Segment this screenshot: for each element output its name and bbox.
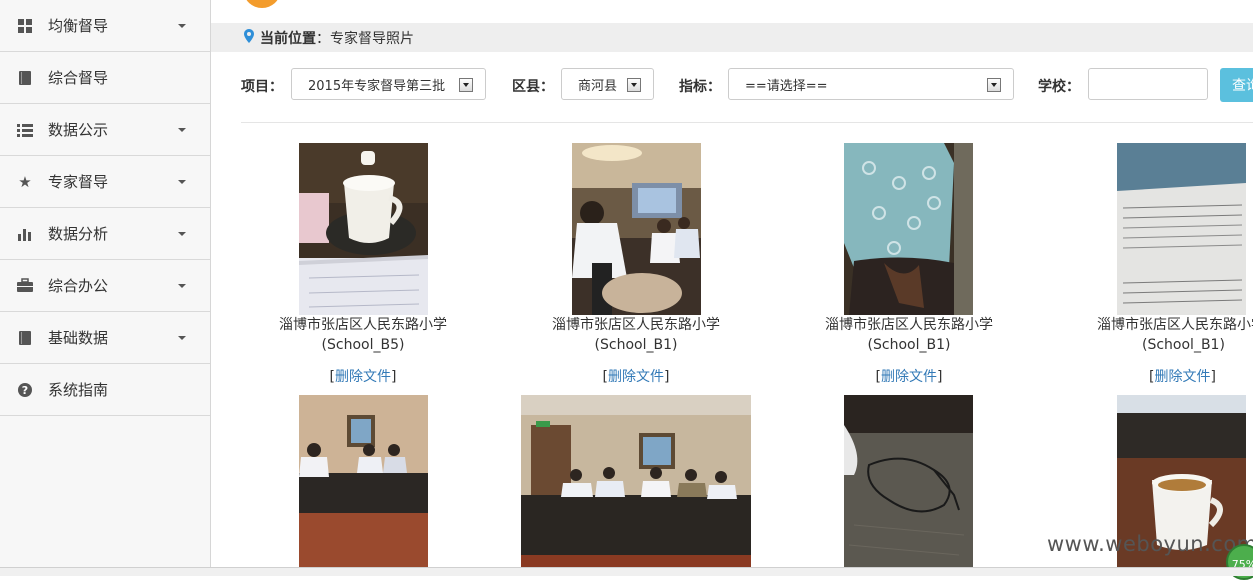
sidebar-item-office[interactable]: 综合办公 — [0, 260, 210, 312]
delete-file-link[interactable]: 删除文件 — [881, 369, 937, 385]
delete-file-link[interactable]: 删除文件 — [608, 369, 664, 385]
chevron-down-icon — [178, 180, 186, 184]
school-name: 淄博市张店区人民东路小学 — [552, 317, 720, 333]
divider — [241, 122, 1253, 123]
chevron-down-icon — [178, 232, 186, 236]
briefcase-icon — [16, 277, 34, 295]
sidebar-item-label: 基础数据 — [48, 329, 109, 347]
bracket-close: ] — [937, 369, 943, 385]
chevron-down-icon — [178, 24, 186, 28]
photo-thumbnail[interactable] — [572, 143, 701, 315]
sidebar-item-expert-supervision[interactable]: ★ 专家督导 — [0, 156, 210, 208]
photo-caption: 淄博市张店区人民东路小学 (School_B1) — [516, 315, 756, 355]
school-name: 淄博市张店区人民东路小学 — [279, 317, 447, 333]
photo-thumbnail[interactable] — [1117, 143, 1246, 315]
dropdown-arrow-icon — [459, 78, 473, 92]
bracket-close: ] — [391, 369, 397, 385]
sidebar-item-balanced-supervision[interactable]: 均衡督导 — [0, 0, 210, 52]
project-select[interactable]: 2015年专家督导第三批 — [291, 68, 486, 100]
sidebar-item-comprehensive-supervision[interactable]: 综合督导 — [0, 52, 210, 104]
district-select[interactable]: 商河县 — [561, 68, 654, 100]
photo-caption: 淄博市张店区人民东路小学 (School_B5) — [243, 315, 483, 355]
photo-caption: 淄博市张店区人民东路小学 (School_B1) — [789, 315, 1029, 355]
watermark-text: www.weboyun.com — [1047, 532, 1253, 556]
project-select-value: 2015年专家督导第三批 — [308, 78, 446, 94]
delete-link-wrap: [删除文件] — [243, 366, 483, 386]
logo — [244, 0, 280, 8]
list-icon — [16, 121, 34, 139]
grid-icon — [16, 17, 34, 35]
dropdown-arrow-icon — [627, 78, 641, 92]
breadcrumb-separator: ： — [316, 30, 330, 47]
delete-file-link[interactable]: 删除文件 — [1154, 369, 1210, 385]
sidebar-item-label: 系统指南 — [48, 381, 109, 399]
photo-thumbnail[interactable] — [844, 395, 973, 567]
sidebar-item-label: 综合办公 — [48, 277, 109, 295]
school-label: 学校： — [1038, 79, 1080, 95]
chevron-down-icon — [178, 128, 186, 132]
star-icon: ★ — [18, 172, 32, 191]
sidebar-item-data-analysis[interactable]: 数据分析 — [0, 208, 210, 260]
bracket-close: ] — [1210, 369, 1216, 385]
delete-file-link[interactable]: 删除文件 — [335, 369, 391, 385]
sidebar-item-label: 数据分析 — [48, 225, 109, 243]
breadcrumb-current: 专家督导照片 — [330, 30, 414, 47]
sidebar-item-data-publication[interactable]: 数据公示 — [0, 104, 210, 156]
photo-caption: 淄博市张店区人民东路小学 (School_B1) — [1061, 315, 1253, 355]
sidebar-item-label: 均衡督导 — [48, 17, 109, 35]
map-pin-icon — [244, 28, 254, 47]
chevron-down-icon — [178, 336, 186, 340]
sidebar-item-basic-data[interactable]: 基础数据 — [0, 312, 210, 364]
photo-thumbnail[interactable] — [299, 395, 428, 567]
sidebar-item-label: 综合督导 — [48, 69, 109, 87]
search-button[interactable]: 查询 — [1220, 68, 1253, 102]
school-name: 淄博市张店区人民东路小学 — [825, 317, 993, 333]
photo-thumbnail[interactable] — [844, 143, 973, 315]
indicator-select-value: ==请选择== — [745, 78, 828, 94]
indicator-select[interactable]: ==请选择== — [728, 68, 1014, 100]
sidebar: 均衡督导 综合督导 数据公示 ★ 专家督导 数据分析 综合办公 基础数据 ? 系… — [0, 0, 211, 575]
district-select-value: 商河县 — [578, 78, 618, 94]
school-input[interactable] — [1088, 68, 1208, 100]
indicator-label: 指标： — [679, 79, 721, 95]
sidebar-item-system-guide[interactable]: ? 系统指南 — [0, 364, 210, 416]
filter-bar: 项目： 2015年专家督导第三批 区县： 商河县 指标： ==请选择== 学校：… — [241, 68, 1253, 102]
breadcrumb-label: 当前位置 — [260, 30, 316, 47]
chevron-down-icon — [178, 284, 186, 288]
breadcrumb: 当前位置 ： 专家督导照片 — [211, 23, 1253, 52]
project-label: 项目： — [241, 79, 283, 95]
school-code: (School_B1) — [1142, 337, 1225, 353]
school-name: 淄博市张店区人民东路小学 — [1097, 317, 1253, 333]
question-icon: ? — [16, 381, 34, 399]
delete-link-wrap: [删除文件] — [516, 366, 756, 386]
bar-chart-icon — [16, 225, 34, 243]
book-icon — [16, 69, 34, 87]
school-code: (School_B1) — [867, 337, 951, 353]
sidebar-item-label: 专家督导 — [48, 173, 109, 191]
photo-thumbnail[interactable] — [299, 143, 428, 315]
bracket-close: ] — [664, 369, 670, 385]
svg-text:?: ? — [22, 384, 28, 397]
delete-link-wrap: [删除文件] — [1061, 366, 1253, 386]
sidebar-item-label: 数据公示 — [48, 121, 109, 139]
district-label: 区县： — [512, 79, 554, 95]
book-icon — [16, 329, 34, 347]
main-content: 当前位置 ： 专家督导照片 项目： 2015年专家督导第三批 区县： 商河县 指… — [211, 0, 1253, 575]
delete-link-wrap: [删除文件] — [789, 366, 1029, 386]
school-code: (School_B1) — [594, 337, 678, 353]
school-code: (School_B5) — [321, 337, 405, 353]
dropdown-arrow-icon — [987, 78, 1001, 92]
photo-thumbnail[interactable] — [521, 395, 751, 567]
